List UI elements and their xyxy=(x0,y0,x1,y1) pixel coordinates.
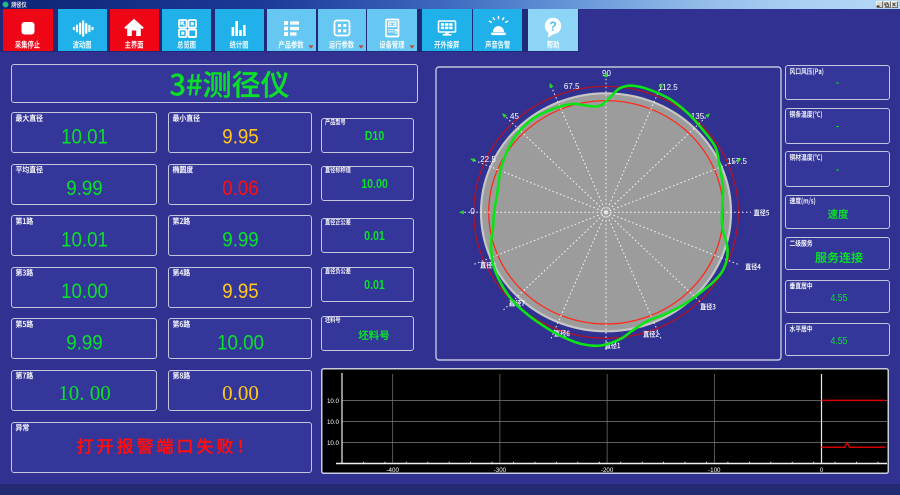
svg-text:67.5: 67.5 xyxy=(564,82,580,91)
svg-text:-300: -300 xyxy=(494,467,507,474)
svg-text:10.0: 10.0 xyxy=(327,419,340,426)
svg-text:157.5: 157.5 xyxy=(727,157,748,166)
svg-text:0: 0 xyxy=(820,467,824,474)
svg-text:-200: -200 xyxy=(601,467,614,474)
svg-text:?: ? xyxy=(549,19,557,33)
svg-text:-400: -400 xyxy=(387,467,400,474)
svg-text:10.0: 10.0 xyxy=(327,398,340,405)
svg-text:22.5: 22.5 xyxy=(480,155,496,164)
svg-text:45: 45 xyxy=(510,112,519,121)
svg-text:-100: -100 xyxy=(708,467,721,474)
svg-text:10.0: 10.0 xyxy=(327,440,340,447)
svg-text:0: 0 xyxy=(470,207,475,216)
